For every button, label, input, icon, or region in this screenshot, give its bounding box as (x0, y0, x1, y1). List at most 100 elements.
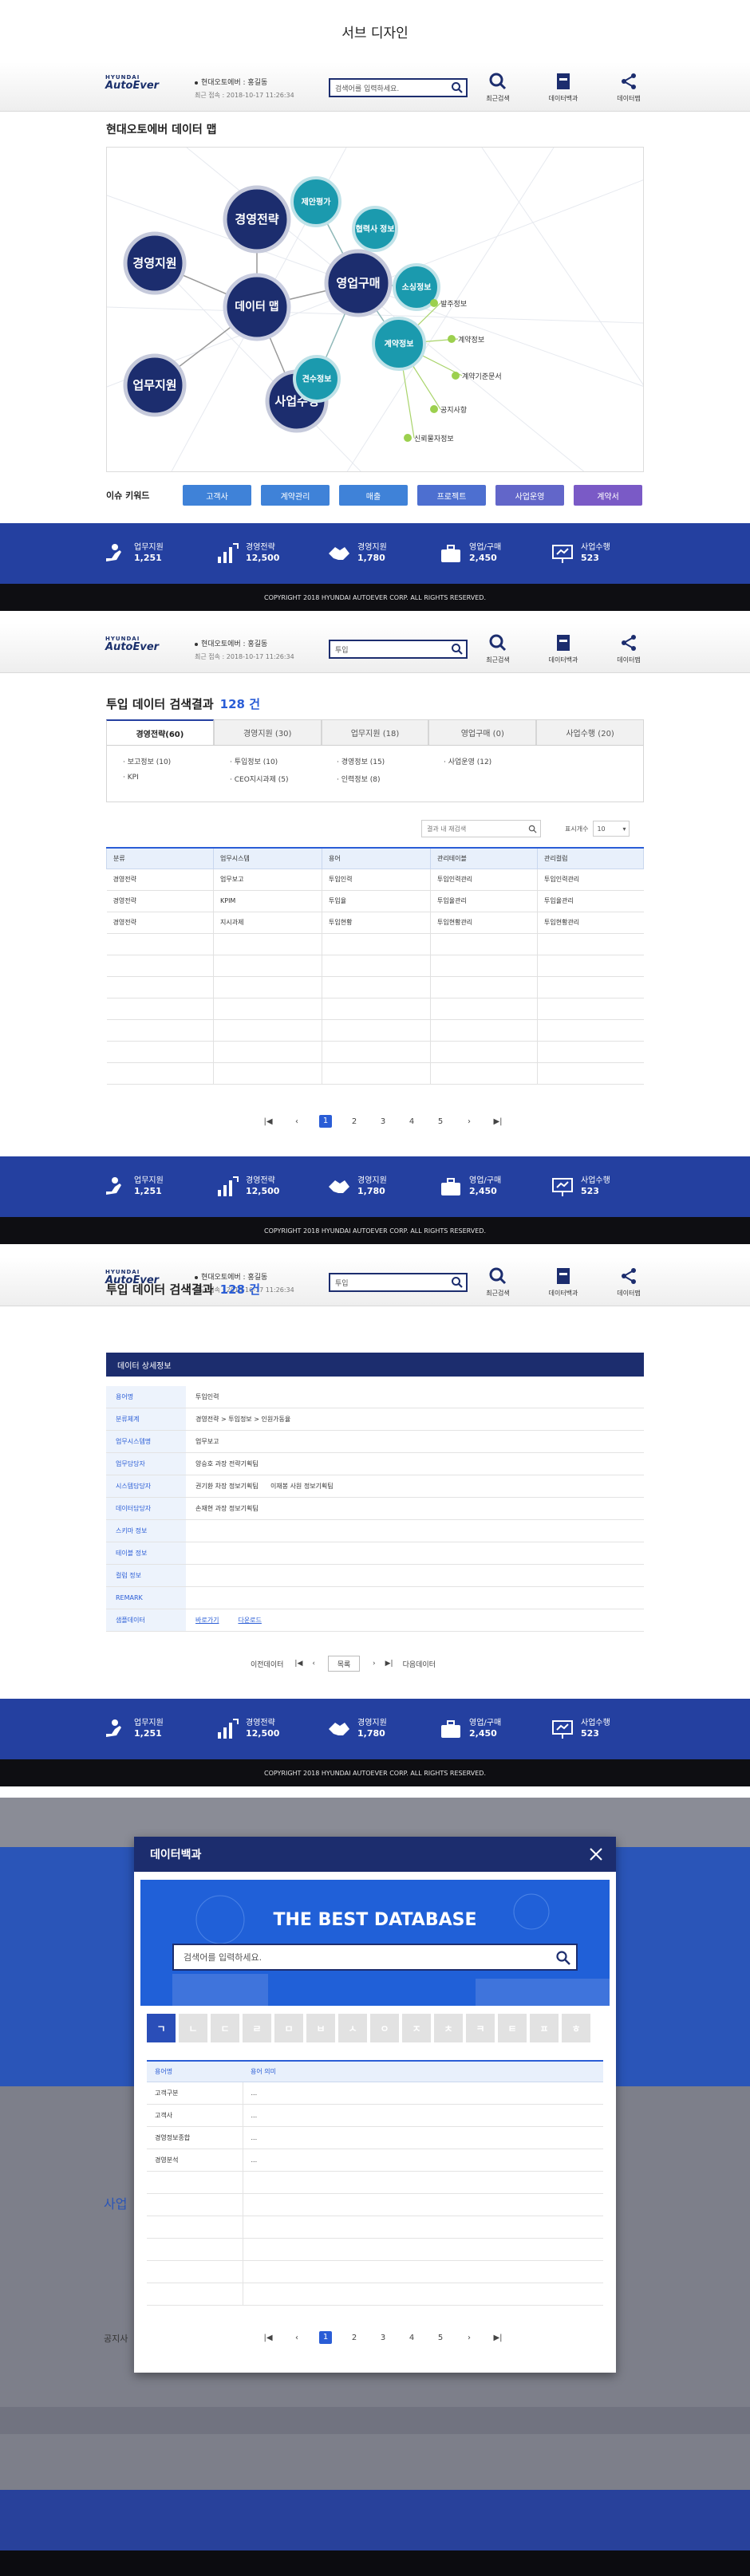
map-item-label[interactable]: 발주정보 (440, 300, 467, 308)
table-row[interactable]: 경영전략 KPIM 투입율 투입율관리 투입율관리 (106, 890, 644, 912)
page-number[interactable]: 5 (426, 2334, 455, 2342)
tab-management-support[interactable]: 경영지원 (30) (213, 719, 322, 745)
consonant-key[interactable]: ㅅ (338, 2014, 367, 2042)
data-dictionary-button[interactable]: 데이터백과 (541, 633, 586, 664)
consonant-key[interactable]: ㅎ (562, 2014, 590, 2042)
search-icon[interactable] (451, 1276, 464, 1289)
consonant-key[interactable]: ㅊ (434, 2014, 463, 2042)
search-icon[interactable] (451, 81, 464, 94)
stat-item[interactable]: 업무지원 1,251 (104, 1176, 215, 1198)
stat-item[interactable]: 경영전략 12,500 (215, 1718, 327, 1740)
prev-icon[interactable]: ‹ (312, 1660, 315, 1668)
next-data-link[interactable]: 다음데이터 (403, 1659, 436, 1669)
sample-download-link[interactable]: 다운로드 (238, 1616, 261, 1625)
table-row[interactable]: 고객구분... (147, 2082, 603, 2105)
consonant-key[interactable]: ㄱ (147, 2014, 176, 2042)
stat-item[interactable]: 경영지원 1,780 (327, 542, 439, 565)
consonant-key[interactable]: ㅋ (466, 2014, 495, 2042)
sub-category-item[interactable]: · 경영정보 (15) (337, 756, 444, 774)
data-map-button[interactable]: 데이터맵 (606, 633, 651, 664)
tab-sales[interactable]: 영업구매 (0) (428, 719, 537, 745)
logo[interactable]: HYUNDAI AutoEver (105, 75, 168, 92)
consonant-key[interactable]: ㄹ (243, 2014, 271, 2042)
per-page-select[interactable]: 10 ▾ (593, 821, 630, 837)
keyword-tag[interactable]: 계약서 (574, 485, 642, 506)
stat-item[interactable]: 업무지원 1,251 (104, 542, 215, 565)
search-input[interactable]: 투입 (329, 640, 468, 659)
stat-item[interactable]: 경영지원 1,780 (327, 1176, 439, 1198)
close-icon[interactable] (587, 1845, 605, 1863)
recent-search-button[interactable]: 최근검색 (476, 1266, 520, 1298)
stat-item[interactable]: 경영지원 1,780 (327, 1718, 439, 1740)
page-number[interactable]: 2 (340, 1117, 369, 1126)
data-dictionary-button[interactable]: 데이터백과 (541, 1266, 586, 1298)
table-row[interactable]: 경영분석... (147, 2149, 603, 2172)
page-number[interactable]: 4 (397, 2334, 426, 2342)
search-input[interactable]: 투입 (329, 1273, 468, 1292)
map-item-label[interactable]: 계약정보 (458, 335, 484, 344)
keyword-tag[interactable]: 매출 (339, 485, 408, 506)
stat-item[interactable]: 사업수행 523 (551, 542, 662, 565)
page-number[interactable]: 5 (426, 1117, 455, 1126)
sub-category-item[interactable]: · KPI (123, 774, 230, 791)
table-row[interactable]: 경영정보종합... (147, 2126, 603, 2149)
table-row[interactable]: 경영전략 업무보고 투입인력 투입인력관리 투입인력관리 (106, 869, 644, 891)
table-row[interactable]: 고객사... (147, 2104, 603, 2127)
keyword-tag[interactable]: 계약관리 (261, 485, 330, 506)
map-item-label[interactable]: 계약기준문서 (462, 372, 502, 380)
table-row[interactable]: 경영전략 지시과제 투입현황 투입현황관리 투입현황관리 (106, 912, 644, 934)
tab-business[interactable]: 사업수행 (20) (536, 719, 644, 745)
stat-item[interactable]: 경영전략 12,500 (215, 542, 327, 565)
result-search-input[interactable]: 결과 내 재검색 (421, 820, 541, 837)
page-number[interactable]: 3 (369, 2334, 397, 2342)
first-page-icon[interactable]: |◀ (254, 1117, 282, 1126)
first-icon[interactable]: |◀ (294, 1660, 302, 1668)
page-number[interactable]: 4 (397, 1117, 426, 1126)
consonant-key[interactable]: ㅁ (274, 2014, 303, 2042)
last-icon[interactable]: ▶| (385, 1660, 393, 1668)
sample-view-link[interactable]: 바로가기 (195, 1616, 219, 1625)
logo[interactable]: HYUNDAI AutoEver (105, 636, 168, 653)
stat-item[interactable]: 사업수행 523 (551, 1176, 662, 1198)
consonant-key[interactable]: ㄷ (211, 2014, 239, 2042)
map-item-label[interactable]: 신뢰물자정보 (414, 435, 454, 443)
search-icon[interactable] (451, 643, 464, 656)
data-map-button[interactable]: 데이터맵 (606, 72, 651, 103)
page-number[interactable]: 1 (319, 2331, 332, 2344)
consonant-key[interactable]: ㅌ (498, 2014, 527, 2042)
stat-item[interactable]: 영업/구매 2,450 (439, 542, 551, 565)
sub-category-item[interactable]: · 사업운영 (12) (444, 756, 551, 774)
prev-data-link[interactable]: 이전데이터 (251, 1659, 283, 1669)
tab-work-support[interactable]: 업무지원 (18) (321, 719, 429, 745)
page-number[interactable]: 3 (369, 1117, 397, 1126)
sub-category-item[interactable]: · CEO지시과제 (5) (230, 774, 337, 791)
stat-item[interactable]: 사업수행 523 (551, 1718, 662, 1740)
next-page-icon[interactable]: › (455, 1117, 484, 1126)
keyword-tag[interactable]: 프로젝트 (417, 485, 486, 506)
page-number[interactable]: 2 (340, 2334, 369, 2342)
page-number[interactable]: 1 (319, 1115, 332, 1128)
list-button[interactable]: 목록 (327, 1656, 360, 1672)
first-page-icon[interactable]: |◀ (254, 2334, 282, 2342)
prev-page-icon[interactable]: ‹ (282, 2334, 311, 2342)
consonant-key[interactable]: ㅂ (306, 2014, 335, 2042)
consonant-key[interactable]: ㅇ (370, 2014, 399, 2042)
sub-category-item[interactable]: · 인력정보 (8) (337, 774, 444, 791)
stat-item[interactable]: 영업/구매 2,450 (439, 1718, 551, 1740)
prev-page-icon[interactable]: ‹ (282, 1117, 311, 1126)
consonant-key[interactable]: ㅍ (530, 2014, 559, 2042)
dictionary-search-input[interactable]: 검색어를 입력하세요. (172, 1944, 578, 1971)
stat-item[interactable]: 경영전략 12,500 (215, 1176, 327, 1198)
last-page-icon[interactable]: ▶| (484, 1117, 512, 1126)
map-item-label[interactable]: 공지사항 (440, 406, 467, 414)
keyword-tag[interactable]: 고객사 (183, 485, 251, 506)
data-dictionary-button[interactable]: 데이터백과 (541, 72, 586, 103)
sub-category-item[interactable]: · 보고정보 (10) (123, 756, 230, 774)
consonant-key[interactable]: ㅈ (402, 2014, 431, 2042)
next-page-icon[interactable]: › (455, 2334, 484, 2342)
stat-item[interactable]: 영업/구매 2,450 (439, 1176, 551, 1198)
tab-management-strategy[interactable]: 경영전략(60) (106, 719, 214, 745)
sub-category-item[interactable]: · 투입정보 (10) (230, 756, 337, 774)
keyword-tag[interactable]: 사업운영 (495, 485, 564, 506)
last-page-icon[interactable]: ▶| (484, 2334, 512, 2342)
